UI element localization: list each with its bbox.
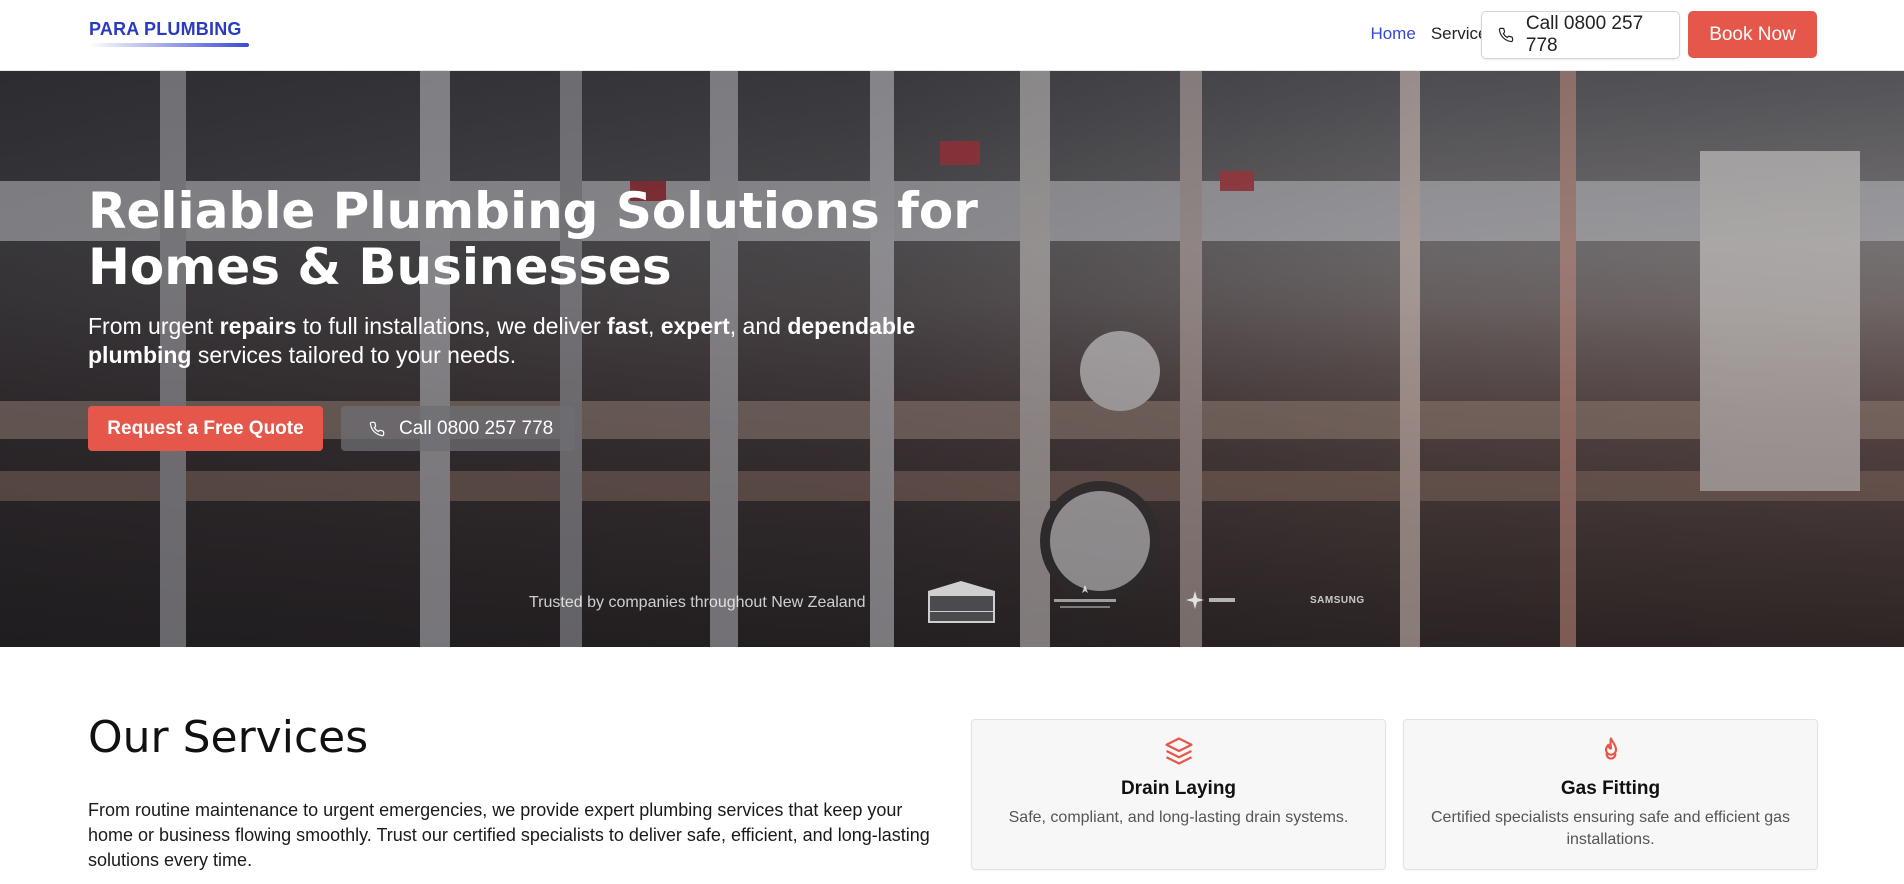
brand-logo[interactable]: PARA PLUMBING xyxy=(89,19,249,47)
phone-icon xyxy=(1498,27,1514,43)
layers-icon xyxy=(1164,737,1193,765)
brand-name: PARA PLUMBING xyxy=(89,19,242,39)
service-card-description: Safe, compliant, and long-lasting drain … xyxy=(1008,809,1349,826)
hero-section: Reliable Plumbing Solutions for Homes & … xyxy=(0,71,1904,647)
book-now-button[interactable]: Book Now xyxy=(1688,11,1817,58)
services-description: From routine maintenance to urgent emerg… xyxy=(88,800,930,870)
samsung-logo: SAMSUNG xyxy=(1310,595,1365,606)
nav-item-home[interactable]: Home xyxy=(1370,24,1415,44)
services-title: Our Services xyxy=(88,712,369,763)
service-card-title: Drain Laying xyxy=(1120,778,1237,799)
request-quote-button[interactable]: Request a Free Quote xyxy=(88,406,323,451)
logo-underline xyxy=(89,43,249,47)
service-card-drain-laying[interactable]: Drain Laying Safe, compliant, and long-l… xyxy=(971,719,1386,870)
air-new-zealand-logo xyxy=(1054,585,1116,608)
hero-title: Reliable Plumbing Solutions for Homes & … xyxy=(88,182,978,296)
site-header: PARA PLUMBING Home Services Call 0800 25… xyxy=(0,0,1904,71)
header-call-button[interactable]: Call 0800 257 778 xyxy=(1481,11,1680,59)
chemist-warehouse-logo xyxy=(928,581,995,623)
hero-call-label: Call 0800 257 778 xyxy=(399,417,554,439)
hero-call-button[interactable]: Call 0800 257 778 xyxy=(341,406,575,451)
spark-logo xyxy=(1186,591,1235,609)
service-card-title: Gas Fitting xyxy=(1560,778,1661,799)
service-card-gas-fitting[interactable]: Gas Fitting Certified specialists ensuri… xyxy=(1403,719,1818,870)
header-call-label: Call 0800 257 778 xyxy=(1525,13,1644,56)
trusted-by-text: Trusted by companies throughout New Zeal… xyxy=(529,594,866,611)
flame-icon xyxy=(1604,737,1617,760)
service-card-description: Certified specialists ensuring safe and … xyxy=(1430,809,1790,848)
hero-subtitle: From urgent repairs to full installation… xyxy=(88,313,916,368)
main-nav: Home Services xyxy=(1370,24,1496,44)
phone-icon xyxy=(369,421,385,436)
